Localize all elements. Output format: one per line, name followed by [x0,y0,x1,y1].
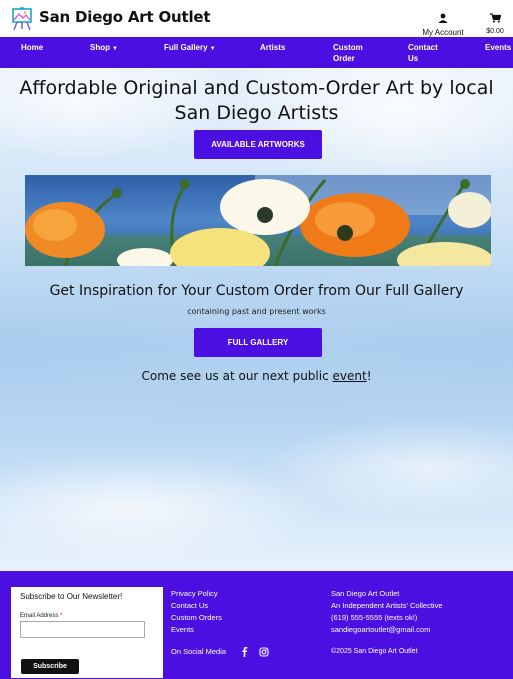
nav-artists[interactable]: Artists [260,42,285,53]
email-field[interactable] [20,621,145,638]
email-label-text: Email Address [20,613,59,619]
cart-icon [489,13,501,23]
available-artworks-button[interactable]: AVAILABLE ARTWORKS [194,130,322,159]
chevron-down-icon: ▼ [112,46,118,52]
nav-custom-order[interactable]: Custom Order [333,42,363,64]
event-suffix: ! [366,369,372,383]
nav-home[interactable]: Home [21,42,43,53]
event-prefix: Come see us at our next public [141,369,333,383]
site-header: San Diego Art Outlet My Account $0.00 [0,0,513,37]
my-account-link[interactable]: My Account [420,8,466,37]
nav-shop-label: Shop [90,43,110,52]
footer-link-contact-us[interactable]: Contact Us [171,600,222,612]
site-footer: Subscribe to Our Newsletter! Email Addre… [0,571,513,679]
event-line: Come see us at our next public event! [0,369,513,383]
site-brand[interactable]: San Diego Art Outlet [39,8,211,26]
nav-full-gallery-label: Full Gallery [164,43,208,52]
easel-logo-icon[interactable] [11,7,33,31]
main-content: Affordable Original and Custom-Order Art… [0,68,513,571]
copyright: ©2025 San Diego Art Outlet [331,648,418,655]
newsletter-signup: Subscribe to Our Newsletter! Email Addre… [11,587,163,678]
hero-title: Affordable Original and Custom-Order Art… [19,77,494,124]
poppies-banner-image [25,175,491,266]
nav-shop[interactable]: Shop ▼ [90,42,118,55]
main-navigation: Home Shop ▼ Full Gallery ▼ Artists Custom … [0,37,513,68]
footer-link-privacy-policy[interactable]: Privacy Policy [171,588,222,600]
footer-org-name: San Diego Art Outlet [331,589,400,598]
required-mark: * [60,613,63,619]
social-label: On Social Media [171,647,227,656]
footer-contact-info: San Diego Art Outlet An Independent Arti… [331,588,443,636]
event-link[interactable]: event [333,369,367,383]
chevron-down-icon: ▼ [209,46,216,52]
nav-events[interactable]: Events [485,42,511,53]
nav-full-gallery[interactable]: Full Gallery ▼ [164,42,216,55]
newsletter-title: Subscribe to Our Newsletter! [20,592,123,601]
cart-link[interactable]: $0.00 [480,8,510,35]
footer-email[interactable]: sandiegoartoutlet@gmail.com [331,624,443,636]
instagram-icon[interactable] [259,647,269,657]
gallery-subtext: containing past and present works [187,307,326,316]
footer-link-events[interactable]: Events [171,624,222,636]
account-label: My Account [422,28,464,37]
user-icon [438,13,448,23]
gallery-subtitle: Get Inspiration for Your Custom Order fr… [49,283,464,299]
email-label: Email Address * [20,613,154,619]
footer-links: Privacy Policy Contact Us Custom Orders … [171,588,222,636]
nav-contact-us[interactable]: Contact Us [408,42,438,64]
footer-org-tagline: An Independent Artists' Collective [331,601,443,610]
full-gallery-button[interactable]: FULL GALLERY [194,328,322,357]
footer-link-custom-orders[interactable]: Custom Orders [171,612,222,624]
facebook-icon[interactable] [240,647,250,657]
footer-phone[interactable]: (619) 555-5555 (texts ok!) [331,612,443,624]
subscribe-button[interactable]: Subscribe [21,659,79,674]
cart-total: $0.00 [486,28,504,35]
